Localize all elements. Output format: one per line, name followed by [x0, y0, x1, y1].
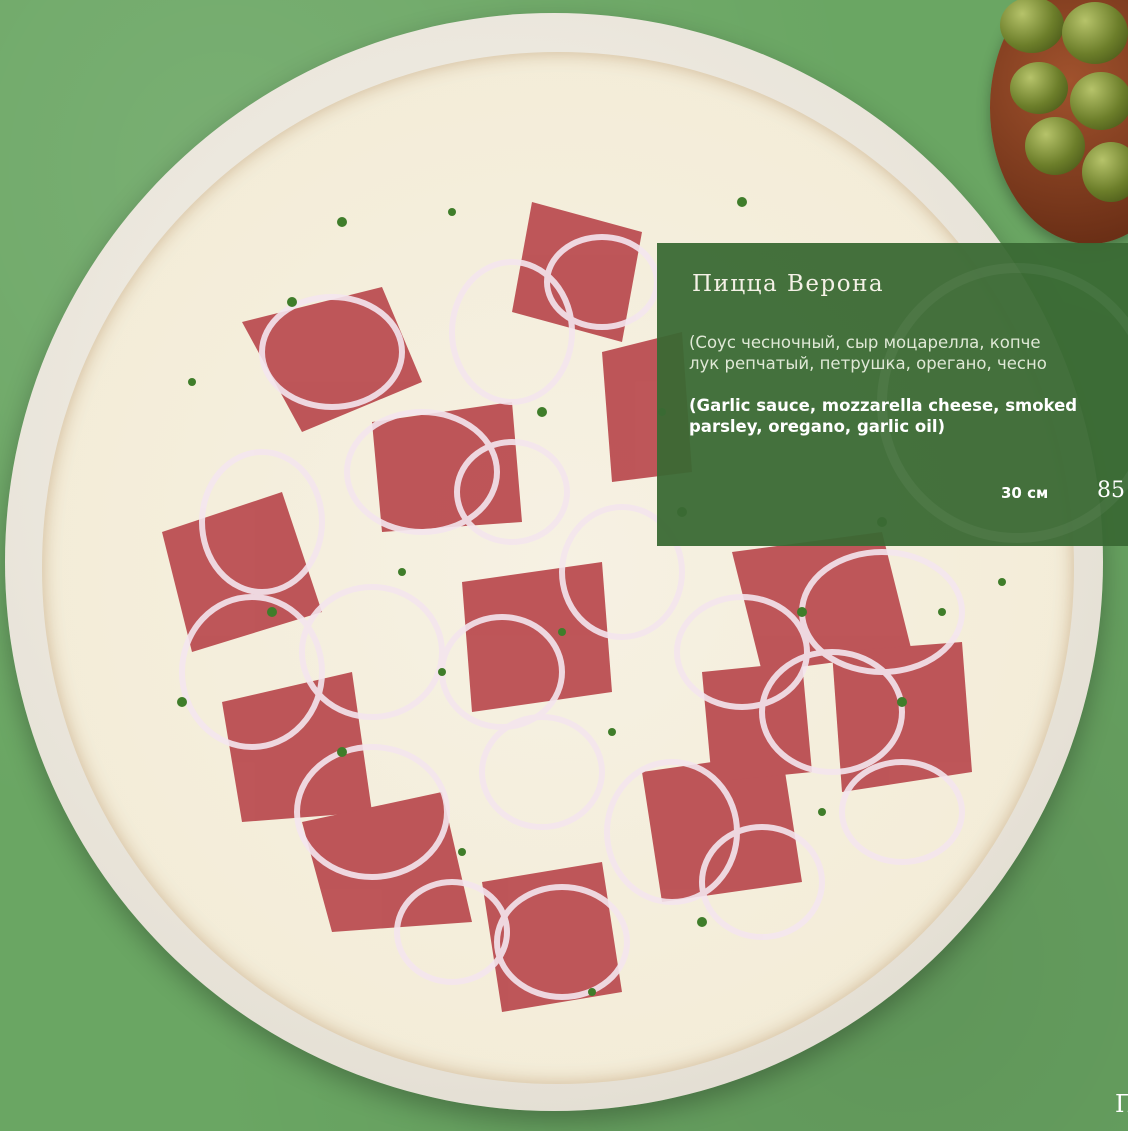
product-title: Пицца Верона: [692, 271, 885, 297]
product-description-ru: (Соус чесночный, сыр моцарелла, копче лу…: [689, 333, 1047, 373]
product-info-panel: Пицца Верона (Соус чесночный, сыр моцаре…: [657, 243, 1128, 546]
olive: [1070, 72, 1128, 130]
product-size: 30 см: [1001, 484, 1049, 502]
menu-page: Пицца Верона (Соус чесночный, сыр моцаре…: [0, 0, 1128, 1131]
pizza-toppings: [162, 197, 1006, 1012]
olive: [1010, 62, 1068, 114]
product-price: 85: [1097, 478, 1125, 503]
product-description-en: (Garlic sauce, mozzarella cheese, smoked…: [689, 396, 1078, 436]
pizza-photo: [42, 52, 1074, 1084]
olive: [1025, 117, 1085, 175]
olive: [1082, 142, 1128, 202]
olive: [1062, 2, 1128, 64]
corner-text: П: [1115, 1090, 1128, 1118]
olive: [1000, 0, 1064, 53]
